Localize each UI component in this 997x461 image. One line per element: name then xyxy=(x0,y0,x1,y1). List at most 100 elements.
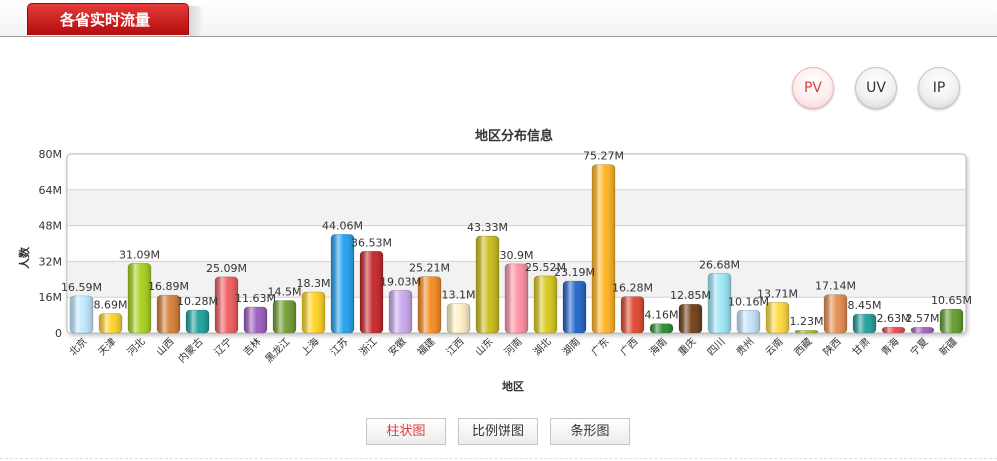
bar-highlight xyxy=(649,323,674,334)
x-tick-label: 内蒙古 xyxy=(175,335,205,365)
bar xyxy=(244,306,267,333)
bar-value-label: 16.28M xyxy=(612,282,653,295)
x-tick-label: 吉林 xyxy=(240,335,263,358)
x-tick-label: 四川 xyxy=(706,336,728,358)
bar xyxy=(853,314,876,333)
tab-province-traffic[interactable]: 各省实时流量 xyxy=(27,3,189,35)
bar-highlight xyxy=(881,326,906,334)
bar-highlight xyxy=(185,309,210,334)
bar-value-label: 30.9M xyxy=(500,249,534,262)
bar xyxy=(186,309,209,333)
bar-highlight xyxy=(301,291,326,334)
bar-value-label: 10.65M xyxy=(931,294,972,307)
bar-highlight xyxy=(707,273,732,334)
bar xyxy=(447,303,470,333)
bar-highlight xyxy=(359,250,384,334)
x-tick-label: 浙江 xyxy=(357,336,380,359)
bar-highlight xyxy=(678,303,703,334)
x-tick-label: 新疆 xyxy=(936,335,959,358)
bar xyxy=(302,292,325,333)
bar-value-label: 75.27M xyxy=(583,150,624,163)
bar-value-label: 8.45M xyxy=(848,299,882,312)
bar-value-label: 44.06M xyxy=(322,219,363,232)
pv-button[interactable]: PV xyxy=(792,67,834,109)
bar-value-label: 43.33M xyxy=(467,221,508,234)
bar-highlight xyxy=(736,309,761,334)
bar xyxy=(99,313,122,333)
x-tick-label: 青海 xyxy=(878,335,901,358)
grid-band xyxy=(68,261,965,298)
bar-highlight xyxy=(446,303,471,334)
bar-value-label: 19.03M xyxy=(380,275,421,288)
bar xyxy=(911,327,934,333)
bar xyxy=(708,273,731,333)
x-tick-label: 贵州 xyxy=(733,335,756,358)
bar xyxy=(737,310,760,333)
bar-highlight xyxy=(127,263,152,334)
bar xyxy=(70,295,93,333)
bar-value-label: 13.1M xyxy=(442,289,476,302)
bar-value-label: 23.19M xyxy=(554,266,595,279)
x-tick-label: 海南 xyxy=(646,335,669,358)
bar xyxy=(592,164,615,333)
top-bar: 各省实时流量 xyxy=(0,0,997,37)
bar-highlight xyxy=(620,296,645,334)
bar-value-label: 16.89M xyxy=(148,280,189,293)
bar xyxy=(476,236,499,333)
bar-value-label: 1.23M xyxy=(790,315,824,328)
bar xyxy=(679,304,702,333)
bar-highlight xyxy=(765,302,790,334)
x-tick-label: 山西 xyxy=(154,336,177,359)
x-tick-label: 北京 xyxy=(66,335,89,358)
bar-highlight xyxy=(417,276,442,334)
column-chart-button[interactable]: 柱状图 xyxy=(366,418,446,445)
y-tick-label: 0 xyxy=(55,327,62,340)
tab-edge xyxy=(189,6,203,36)
uv-button[interactable]: UV xyxy=(855,67,897,109)
x-tick-label: 江苏 xyxy=(327,335,350,358)
bar xyxy=(882,327,905,333)
bar-value-label: 18.3M xyxy=(297,277,331,290)
bar-highlight xyxy=(388,290,413,334)
bar-value-label: 17.14M xyxy=(815,280,856,293)
bar-highlight xyxy=(939,308,964,334)
x-tick-label: 江西 xyxy=(444,336,467,359)
bar-highlight xyxy=(591,164,616,334)
bar xyxy=(389,290,412,333)
bar-value-label: 8.69M xyxy=(94,299,128,312)
y-tick-label: 64M xyxy=(39,184,63,197)
x-tick-label: 福建 xyxy=(414,335,437,358)
bar-highlight xyxy=(272,300,297,334)
x-axis-label: 地区 xyxy=(502,379,524,393)
bar-highlight xyxy=(214,276,239,334)
bar-value-label: 12.85M xyxy=(670,289,711,302)
bar-value-label: 31.09M xyxy=(119,248,160,261)
bar-value-label: 25.52M xyxy=(525,261,566,274)
bar-value-label: 14.5M xyxy=(268,286,302,299)
bar-chart: 16.59M 8.69M 31.09M 16.89M 10.28M 25.09M 11.63… xyxy=(17,148,972,393)
x-tick-label: 湖南 xyxy=(559,335,582,358)
x-tick-label: 河南 xyxy=(501,335,524,358)
bar-chart-button[interactable]: 条形图 xyxy=(550,418,630,445)
bar-value-label: 11.63M xyxy=(235,292,276,305)
x-tick-label: 广东 xyxy=(588,335,611,358)
bottom-divider xyxy=(0,458,997,459)
y-tick-label: 32M xyxy=(39,255,63,268)
pie-chart-button[interactable]: 比例饼图 xyxy=(458,418,538,445)
x-tick-label: 上海 xyxy=(298,335,321,358)
y-axis-label: 人数 xyxy=(17,246,31,269)
bar xyxy=(157,295,180,333)
bar-value-label: 2.57M xyxy=(906,312,940,325)
plot-area xyxy=(66,153,967,334)
bar xyxy=(824,294,847,333)
ip-button[interactable]: IP xyxy=(918,67,960,109)
x-tick-label: 黑龙江 xyxy=(262,335,292,365)
bar xyxy=(331,234,354,333)
x-tick-label: 云南 xyxy=(762,335,785,358)
x-tick-label: 陕西 xyxy=(820,335,843,358)
bar-value-label: 16.59M xyxy=(61,281,102,294)
bar-value-label: 4.16M xyxy=(645,309,679,322)
x-tick-label: 湖北 xyxy=(531,336,554,359)
bar-value-label: 25.09M xyxy=(206,262,247,275)
bar-highlight xyxy=(794,329,819,334)
